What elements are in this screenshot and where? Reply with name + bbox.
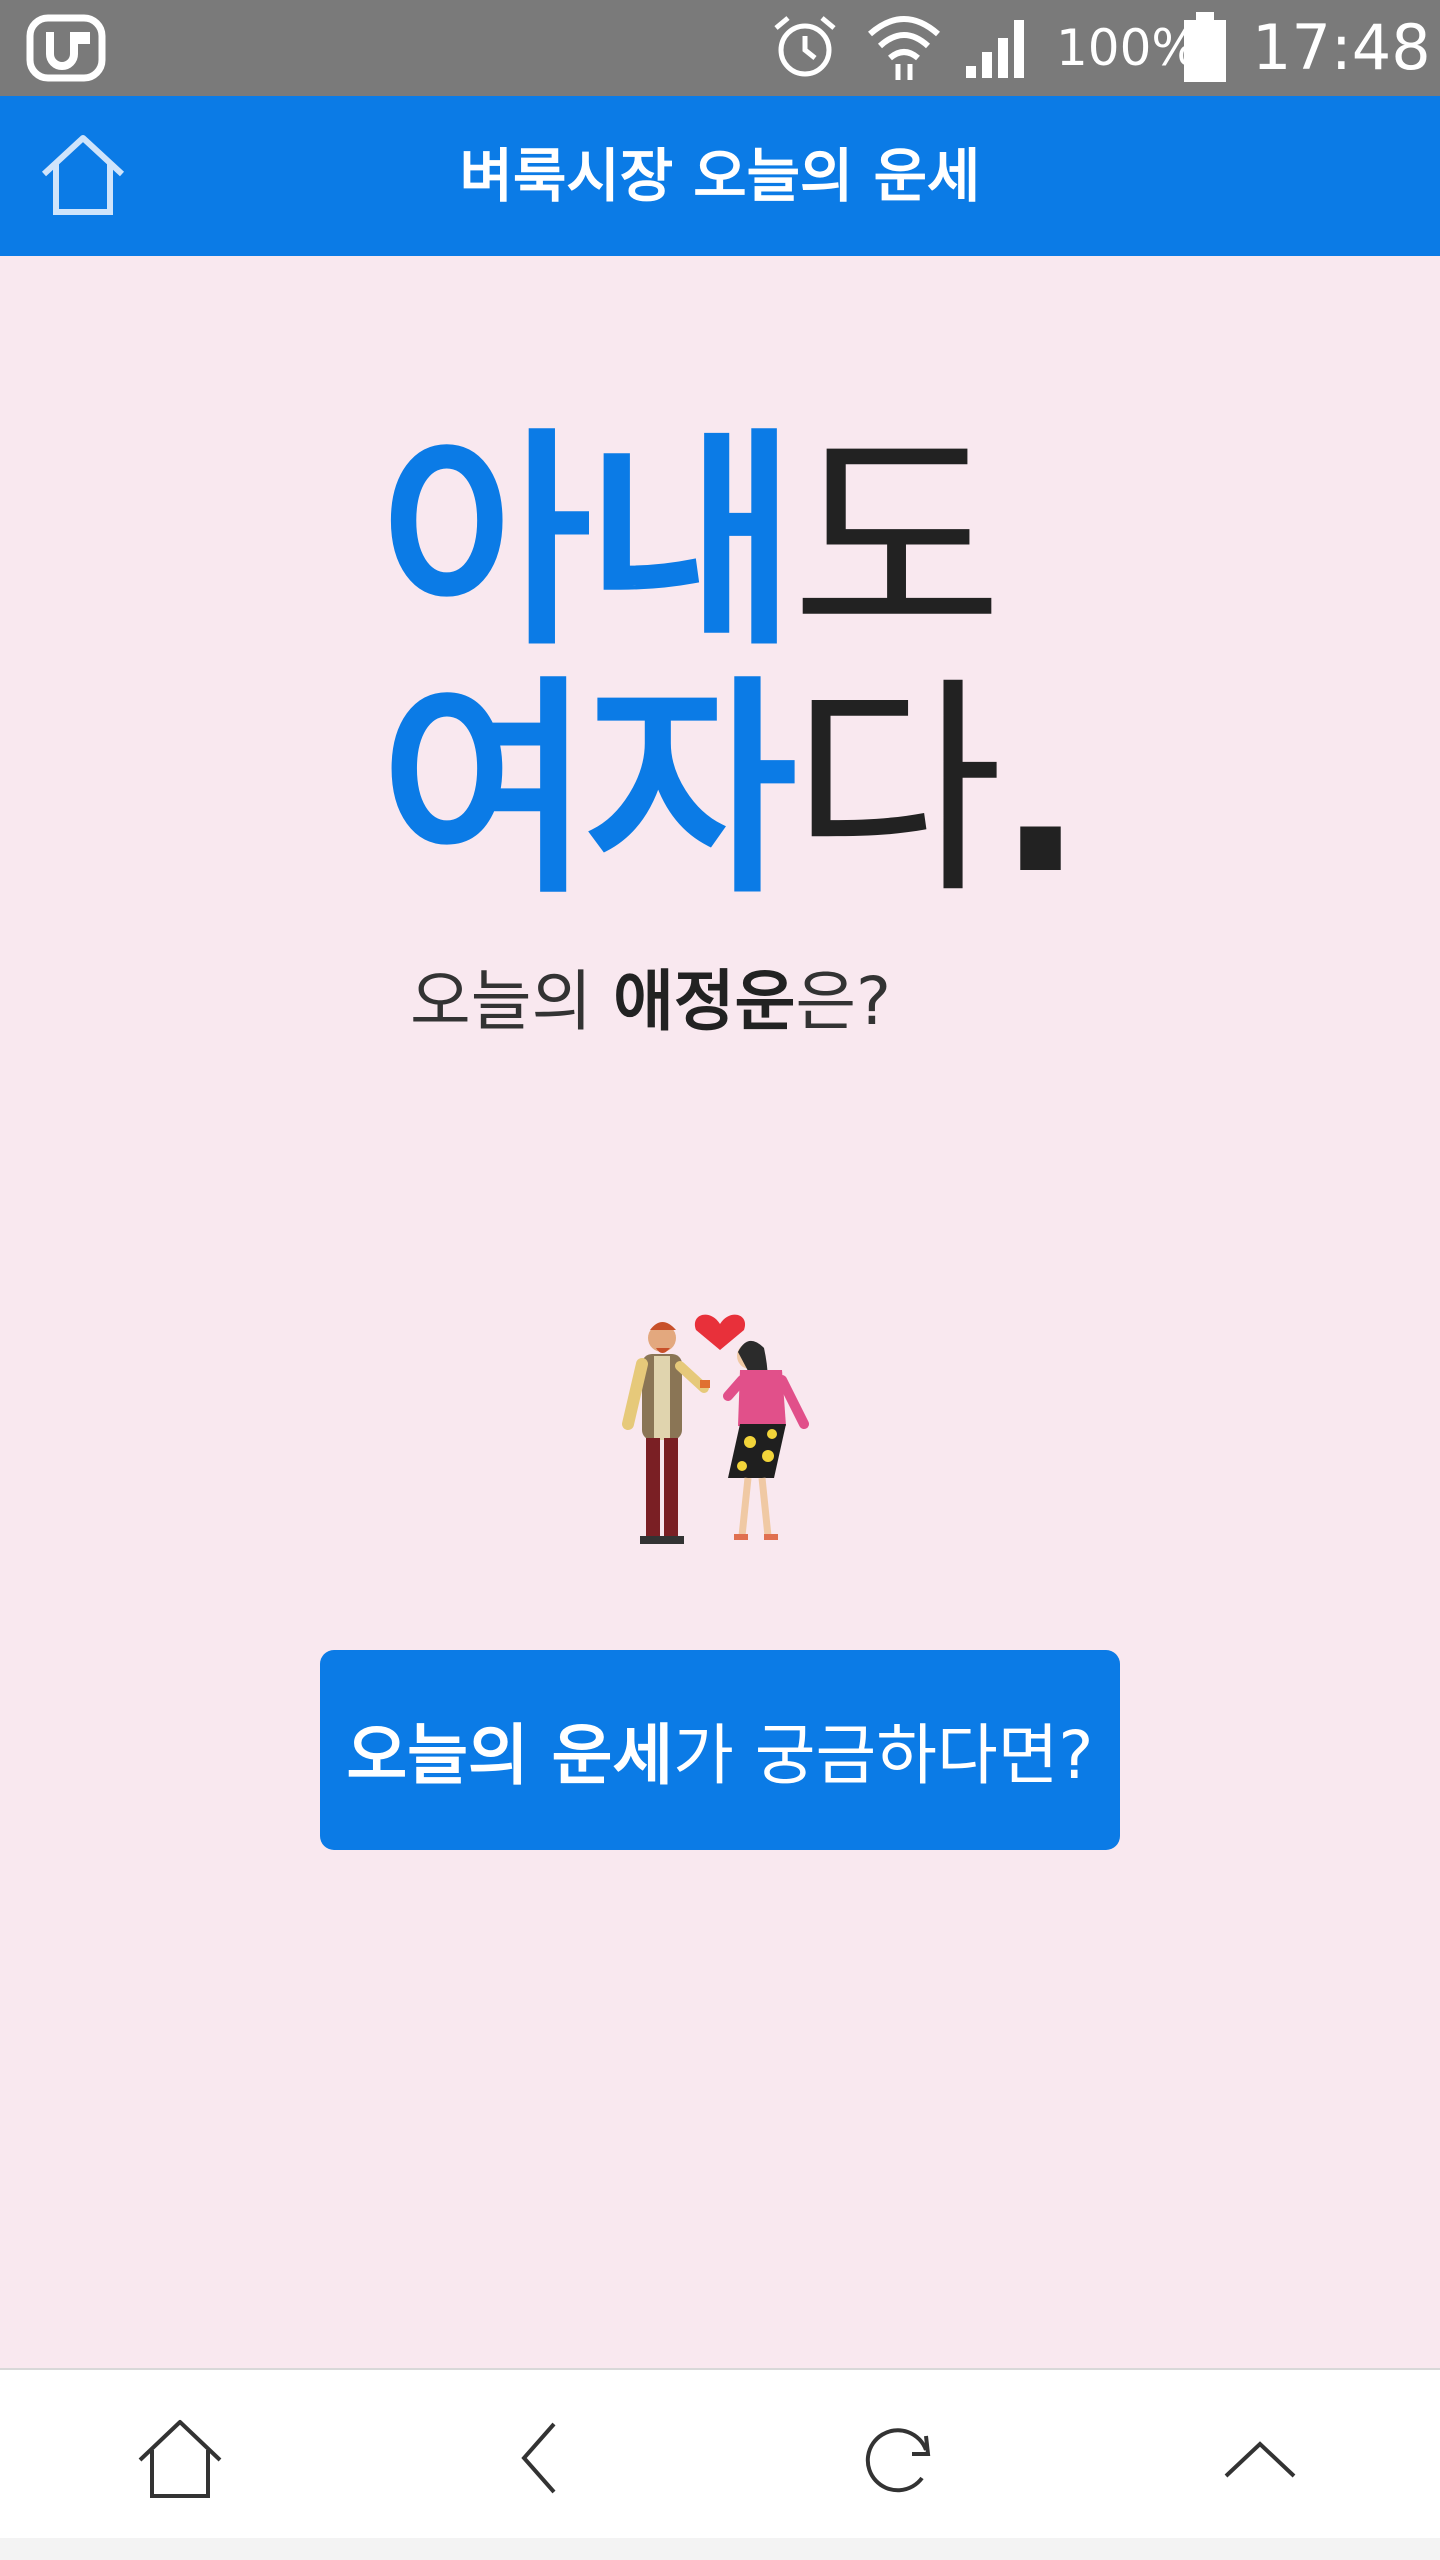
carrier-logo-icon xyxy=(26,14,106,82)
status-bar: 100% 17:48 xyxy=(0,0,1440,96)
hero-line-2-suffix: 다 xyxy=(791,658,1003,925)
refresh-icon[interactable] xyxy=(850,2410,946,2506)
back-icon[interactable] xyxy=(494,2410,590,2506)
battery-icon xyxy=(1184,12,1226,82)
browser-bottom-nav xyxy=(0,2368,1440,2540)
cta-regular-label: 가 궁금하다면? xyxy=(673,1717,1094,1794)
subtitle-bold: 애정운 xyxy=(613,963,796,1040)
subtitle-pre: 오늘의 xyxy=(410,963,614,1040)
subtitle-post: 은? xyxy=(795,963,892,1040)
cta-bold-label: 오늘의 운세 xyxy=(346,1717,674,1794)
status-time: 17:48 xyxy=(1252,11,1431,84)
couple-heart-icon xyxy=(622,1314,809,1544)
scroll-top-icon[interactable] xyxy=(1212,2410,1308,2506)
wifi-icon xyxy=(868,16,940,80)
hero-line-1-highlight: 아내 xyxy=(380,410,797,677)
battery-percent: 100% xyxy=(1056,19,1199,77)
hero-line-2-highlight: 여자 xyxy=(380,658,797,925)
hero-line-1-suffix: 도 xyxy=(791,410,1003,677)
hero-line-2-dot: . xyxy=(996,658,1084,925)
fortune-cta-button[interactable]: 오늘의 운세 가 궁금하다면? xyxy=(320,1650,1120,1850)
home-icon[interactable] xyxy=(132,2410,228,2506)
hero-subtitle: 오늘의 애정운은? xyxy=(410,962,891,1042)
hero-line-2: 여자다. xyxy=(380,668,1084,916)
page-title: 벼룩시장 오늘의 운세 xyxy=(459,142,981,210)
alarm-icon xyxy=(774,16,836,77)
signal-icon xyxy=(966,20,1024,78)
hero-line-1: 아내도 xyxy=(380,420,1080,668)
hero-headline: 아내도 여자다. xyxy=(380,420,1084,916)
app-header: 벼룩시장 오늘의 운세 xyxy=(0,96,1440,256)
bottom-edge-strip xyxy=(0,2538,1440,2560)
